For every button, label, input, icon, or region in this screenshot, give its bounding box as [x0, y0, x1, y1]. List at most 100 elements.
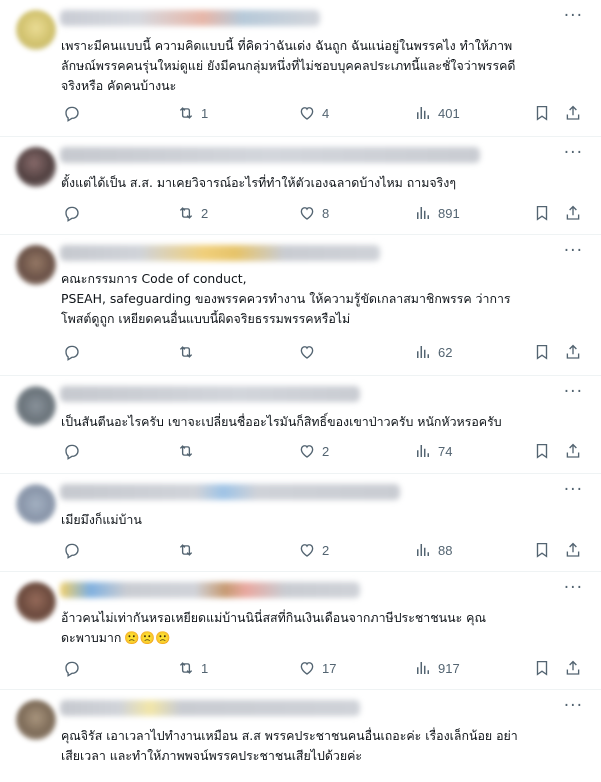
more-icon[interactable]: ···: [564, 143, 583, 163]
bookmark-icon: [536, 660, 548, 676]
like-button[interactable]: 17: [298, 658, 336, 678]
views-button[interactable]: 401: [414, 103, 460, 123]
retweet-button[interactable]: 1: [177, 103, 208, 123]
heart-icon: [300, 107, 314, 120]
avatar[interactable]: [16, 10, 56, 50]
heart-icon: [300, 544, 314, 557]
reply-button[interactable]: [63, 441, 81, 461]
view-count: 917: [438, 660, 460, 676]
username[interactable]: [60, 484, 400, 500]
bookmark-button[interactable]: [533, 103, 551, 123]
reply-item[interactable]: ··· เมียมึงก็แม่บ้าน 2 88: [0, 474, 601, 572]
username[interactable]: [60, 147, 480, 163]
bookmark-button[interactable]: [533, 658, 551, 678]
share-icon: [566, 542, 580, 557]
retweet-button[interactable]: [177, 342, 201, 362]
more-icon[interactable]: ···: [564, 241, 583, 261]
views-button[interactable]: 917: [414, 658, 460, 678]
reply-text: คณะกรรมการ Code of conduct, PSEAH, safeg…: [61, 271, 511, 326]
reply-icon: [65, 206, 79, 222]
share-button[interactable]: [564, 658, 582, 678]
action-bar: 2 8 891: [0, 203, 601, 223]
username[interactable]: [60, 245, 380, 261]
reply-icon: [65, 106, 79, 122]
bookmark-button[interactable]: [533, 540, 551, 560]
retweet-button[interactable]: [177, 540, 201, 560]
reply-item[interactable]: ··· เป็นสันตีนอะไรครับ เขาจะเปลี่ยนชื่ออ…: [0, 376, 601, 474]
avatar[interactable]: [16, 582, 56, 622]
like-button[interactable]: [298, 342, 322, 362]
like-button[interactable]: 2: [298, 540, 329, 560]
reply-text: คุณจิรัส เอาเวลาไปทำงานเหมือน ส.ส พรรคปร…: [61, 728, 518, 763]
reply-item[interactable]: ··· เพราะมีคนแบบนี้ ความคิดแบบนี้ ที่คิด…: [0, 0, 601, 137]
avatar[interactable]: [16, 484, 56, 524]
like-count: 2: [322, 542, 330, 558]
username[interactable]: [60, 700, 360, 716]
like-button[interactable]: 4: [298, 103, 329, 123]
username[interactable]: [60, 386, 360, 402]
reply-button[interactable]: [63, 103, 81, 123]
reply-feed: ··· เพราะมีคนแบบนี้ ความคิดแบบนี้ ที่คิด…: [0, 0, 601, 782]
bookmark-button[interactable]: [533, 441, 551, 461]
share-button[interactable]: [564, 342, 582, 362]
retweet-button[interactable]: 2: [177, 203, 208, 223]
retweet-icon: [179, 544, 193, 556]
like-button[interactable]: 2: [298, 441, 329, 461]
more-icon[interactable]: ···: [564, 696, 583, 716]
reply-icon: [65, 345, 79, 361]
bookmark-button[interactable]: [533, 203, 551, 223]
views-icon: [417, 207, 429, 219]
retweet-icon: [179, 107, 193, 119]
avatar[interactable]: [16, 700, 56, 740]
retweet-icon: [179, 662, 193, 674]
reply-item[interactable]: ··· คณะกรรมการ Code of conduct, PSEAH, s…: [0, 235, 601, 376]
heart-icon: [300, 445, 314, 458]
more-icon[interactable]: ···: [564, 6, 583, 26]
views-button[interactable]: 74: [414, 441, 452, 461]
share-button[interactable]: [564, 203, 582, 223]
like-count: 2: [322, 443, 330, 459]
reply-icon: [65, 661, 79, 677]
more-icon[interactable]: ···: [564, 382, 583, 402]
reply-icon: [65, 444, 79, 460]
like-count: 8: [322, 205, 330, 221]
reply-item[interactable]: ··· คุณจิรัส เอาเวลาไปทำงานเหมือน ส.ส พร…: [0, 690, 601, 782]
reply-button[interactable]: [63, 342, 81, 362]
username[interactable]: [60, 582, 360, 598]
share-icon: [566, 443, 580, 458]
username[interactable]: [60, 10, 320, 26]
emoji-sad-faces: 🙁🙁🙁: [124, 630, 171, 645]
bookmark-icon: [536, 542, 548, 558]
reply-text: ตั้งแต่ได้เป็น ส.ส. มาเคยวิจารณ์อะไรที่ท…: [61, 175, 456, 190]
bookmark-icon: [536, 443, 548, 459]
share-button[interactable]: [564, 103, 582, 123]
share-button[interactable]: [564, 540, 582, 560]
reply-item[interactable]: ··· ตั้งแต่ได้เป็น ส.ส. มาเคยวิจารณ์อะไร…: [0, 137, 601, 235]
bookmark-button[interactable]: [533, 342, 551, 362]
reply-item[interactable]: ··· อ้าวคนไม่เท่ากันหรอเหยียดแม่บ้านนินี…: [0, 572, 601, 690]
views-icon: [417, 662, 429, 674]
avatar[interactable]: [16, 386, 56, 426]
heart-icon: [300, 207, 314, 220]
retweet-button[interactable]: [177, 441, 201, 461]
more-icon[interactable]: ···: [564, 578, 583, 598]
avatar[interactable]: [16, 147, 56, 187]
view-count: 74: [438, 443, 453, 459]
more-icon[interactable]: ···: [564, 480, 583, 500]
retweet-icon: [179, 207, 193, 219]
views-button[interactable]: 62: [414, 342, 452, 362]
view-count: 891: [438, 205, 460, 221]
views-button[interactable]: 88: [414, 540, 452, 560]
like-button[interactable]: 8: [298, 203, 329, 223]
reply-button[interactable]: [63, 658, 81, 678]
views-button[interactable]: 891: [414, 203, 460, 223]
reply-button[interactable]: [63, 203, 81, 223]
share-icon: [566, 660, 580, 675]
retweet-button[interactable]: 1: [177, 658, 208, 678]
views-icon: [417, 107, 429, 119]
share-button[interactable]: [564, 441, 582, 461]
reply-button[interactable]: [63, 540, 81, 560]
view-count: 401: [438, 105, 460, 121]
avatar[interactable]: [16, 245, 56, 285]
retweet-count: 1: [201, 105, 209, 121]
